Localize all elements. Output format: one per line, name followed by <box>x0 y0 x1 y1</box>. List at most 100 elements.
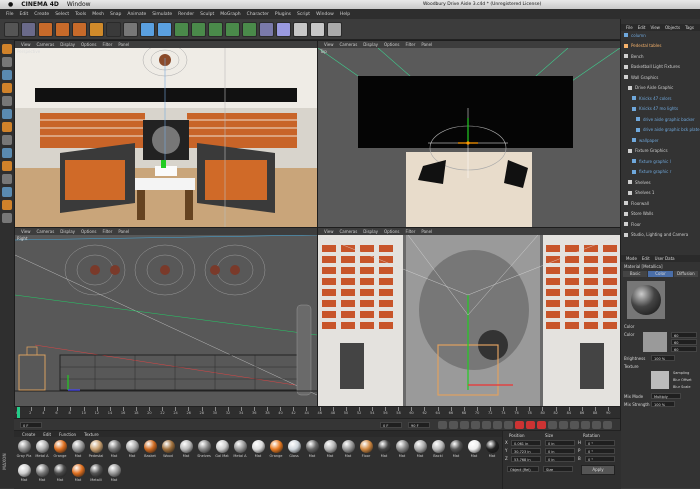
vp-menu-display[interactable]: Display <box>60 229 75 234</box>
left-tool-icon[interactable] <box>2 187 12 197</box>
menu-create[interactable]: Create <box>34 12 49 17</box>
pos-icon[interactable] <box>548 421 557 429</box>
material-swatch[interactable] <box>35 440 49 453</box>
coord-rotation-field[interactable]: 0 ° <box>585 448 615 454</box>
red-field[interactable]: 60 <box>671 332 697 338</box>
vp-menu-filter[interactable]: Filter <box>405 229 415 234</box>
go-end-icon[interactable] <box>504 421 513 429</box>
material-swatch[interactable] <box>305 440 319 453</box>
next-frame-icon[interactable] <box>482 421 491 429</box>
material-swatch[interactable] <box>431 440 445 453</box>
material-swatch[interactable] <box>485 440 499 453</box>
material-swatch[interactable] <box>233 440 247 453</box>
viewport-top[interactable]: View Cameras Display Options Filter Pane… <box>317 40 621 228</box>
vp-menu-view[interactable]: View <box>21 229 31 234</box>
vp-menu-panel[interactable]: Panel <box>421 229 432 234</box>
attr-subtab-diffusion[interactable]: Diffusion <box>673 271 698 277</box>
material-swatch[interactable] <box>107 464 121 477</box>
menu-script[interactable]: Script <box>297 12 310 17</box>
apple-icon[interactable]: ● <box>8 1 13 8</box>
material-swatch[interactable] <box>269 440 283 453</box>
object-item[interactable]: Basketball Light Fixtures <box>624 64 680 70</box>
left-tool-icon[interactable] <box>2 57 12 67</box>
light-icon[interactable] <box>276 22 291 37</box>
attr-tab-edit[interactable]: Edit <box>642 256 650 261</box>
left-tool-icon[interactable] <box>2 200 12 210</box>
array-icon[interactable] <box>208 22 223 37</box>
mat-menu-edit[interactable]: Edit <box>43 432 51 437</box>
vp-menu-display[interactable]: Display <box>363 42 378 47</box>
mac-menu-window[interactable]: Window <box>67 1 91 8</box>
left-tool-icon[interactable] <box>2 122 12 132</box>
vp-menu-view[interactable]: View <box>21 42 31 47</box>
texture-preview[interactable] <box>651 371 669 389</box>
menu-file[interactable]: File <box>6 12 14 17</box>
menu-simulate[interactable]: Simulate <box>152 12 172 17</box>
point-icon[interactable] <box>592 421 601 429</box>
object-item[interactable]: Studio, Lighting and Camera <box>624 232 688 238</box>
object-item[interactable]: Wall Graphics <box>624 74 658 80</box>
material-swatch[interactable] <box>143 440 157 453</box>
material-swatch[interactable] <box>395 440 409 453</box>
rot-key-icon[interactable] <box>570 421 579 429</box>
vp-menu-options[interactable]: Options <box>384 229 399 234</box>
green-field[interactable]: 60 <box>671 339 697 345</box>
object-item[interactable]: Shelves 1 <box>628 190 654 196</box>
scale-icon[interactable] <box>38 22 53 37</box>
floor-icon[interactable] <box>293 22 308 37</box>
vp-menu-display[interactable]: Display <box>363 229 378 234</box>
material-swatch[interactable] <box>17 440 31 453</box>
vp-menu-cameras[interactable]: Cameras <box>37 229 55 234</box>
vp-menu-view[interactable]: View <box>324 229 334 234</box>
material-swatch[interactable] <box>179 440 193 453</box>
vp-menu-options[interactable]: Options <box>384 42 399 47</box>
attr-subtab-basic[interactable]: Basic <box>623 271 648 277</box>
vp-menu-panel[interactable]: Panel <box>118 229 129 234</box>
mix-strength-field[interactable]: 100 % <box>651 401 675 407</box>
menu-select[interactable]: Select <box>55 12 69 17</box>
material-swatch[interactable] <box>197 440 211 453</box>
coord-position-field[interactable]: 30.723 in <box>511 448 541 454</box>
brightness-field[interactable]: 100 % <box>651 355 675 361</box>
left-tool-icon[interactable] <box>2 83 12 93</box>
axis-icon[interactable] <box>106 22 121 37</box>
menu-edit[interactable]: Edit <box>20 12 29 17</box>
coord-rotation-field[interactable]: 0 ° <box>585 456 615 462</box>
material-swatch[interactable] <box>125 440 139 453</box>
prev-frame-icon[interactable] <box>460 421 469 429</box>
left-tool-icon[interactable] <box>2 70 12 80</box>
color-swatch[interactable] <box>643 332 667 352</box>
render-icon[interactable] <box>140 22 155 37</box>
vp-menu-filter[interactable]: Filter <box>102 229 112 234</box>
blue-field[interactable]: 60 <box>671 346 697 352</box>
object-item[interactable]: wallpaper <box>632 137 659 143</box>
timeline-icon[interactable] <box>603 421 612 429</box>
om-tab-edit[interactable]: Edit <box>638 25 646 30</box>
go-start-icon[interactable] <box>438 421 447 429</box>
menu-mesh[interactable]: Mesh <box>92 12 104 17</box>
material-swatch[interactable] <box>323 440 337 453</box>
left-tool-icon[interactable] <box>2 174 12 184</box>
next-key-icon[interactable] <box>493 421 502 429</box>
object-item[interactable]: Bench <box>624 53 643 59</box>
render-view-icon[interactable] <box>123 22 138 37</box>
menu-window[interactable]: Window <box>316 12 334 17</box>
vp-menu-options[interactable]: Options <box>81 42 96 47</box>
coord-rotation-field[interactable]: 0 ° <box>585 440 615 446</box>
left-tool-icon[interactable] <box>2 213 12 223</box>
om-tab-objects[interactable]: Objects <box>665 25 680 30</box>
autokey-icon[interactable] <box>526 421 535 429</box>
record-icon[interactable] <box>515 421 524 429</box>
attr-tab-user-data[interactable]: User Data <box>655 256 675 261</box>
coord-mode-select[interactable]: Object (Rel) <box>507 466 539 472</box>
menu-help[interactable]: Help <box>340 12 350 17</box>
coord-position-field[interactable]: 0.061 in <box>511 440 541 446</box>
end-frame-field[interactable]: 90 F <box>408 422 430 428</box>
model-mode-icon[interactable] <box>89 22 104 37</box>
menu-render[interactable]: Render <box>178 12 194 17</box>
mat-menu-texture[interactable]: Texture <box>84 432 99 437</box>
object-item[interactable]: Knicks 47 mo lights <box>632 106 678 112</box>
material-swatch[interactable] <box>287 440 301 453</box>
coord-size-select[interactable]: Size <box>543 466 573 472</box>
vp-menu-display[interactable]: Display <box>60 42 75 47</box>
